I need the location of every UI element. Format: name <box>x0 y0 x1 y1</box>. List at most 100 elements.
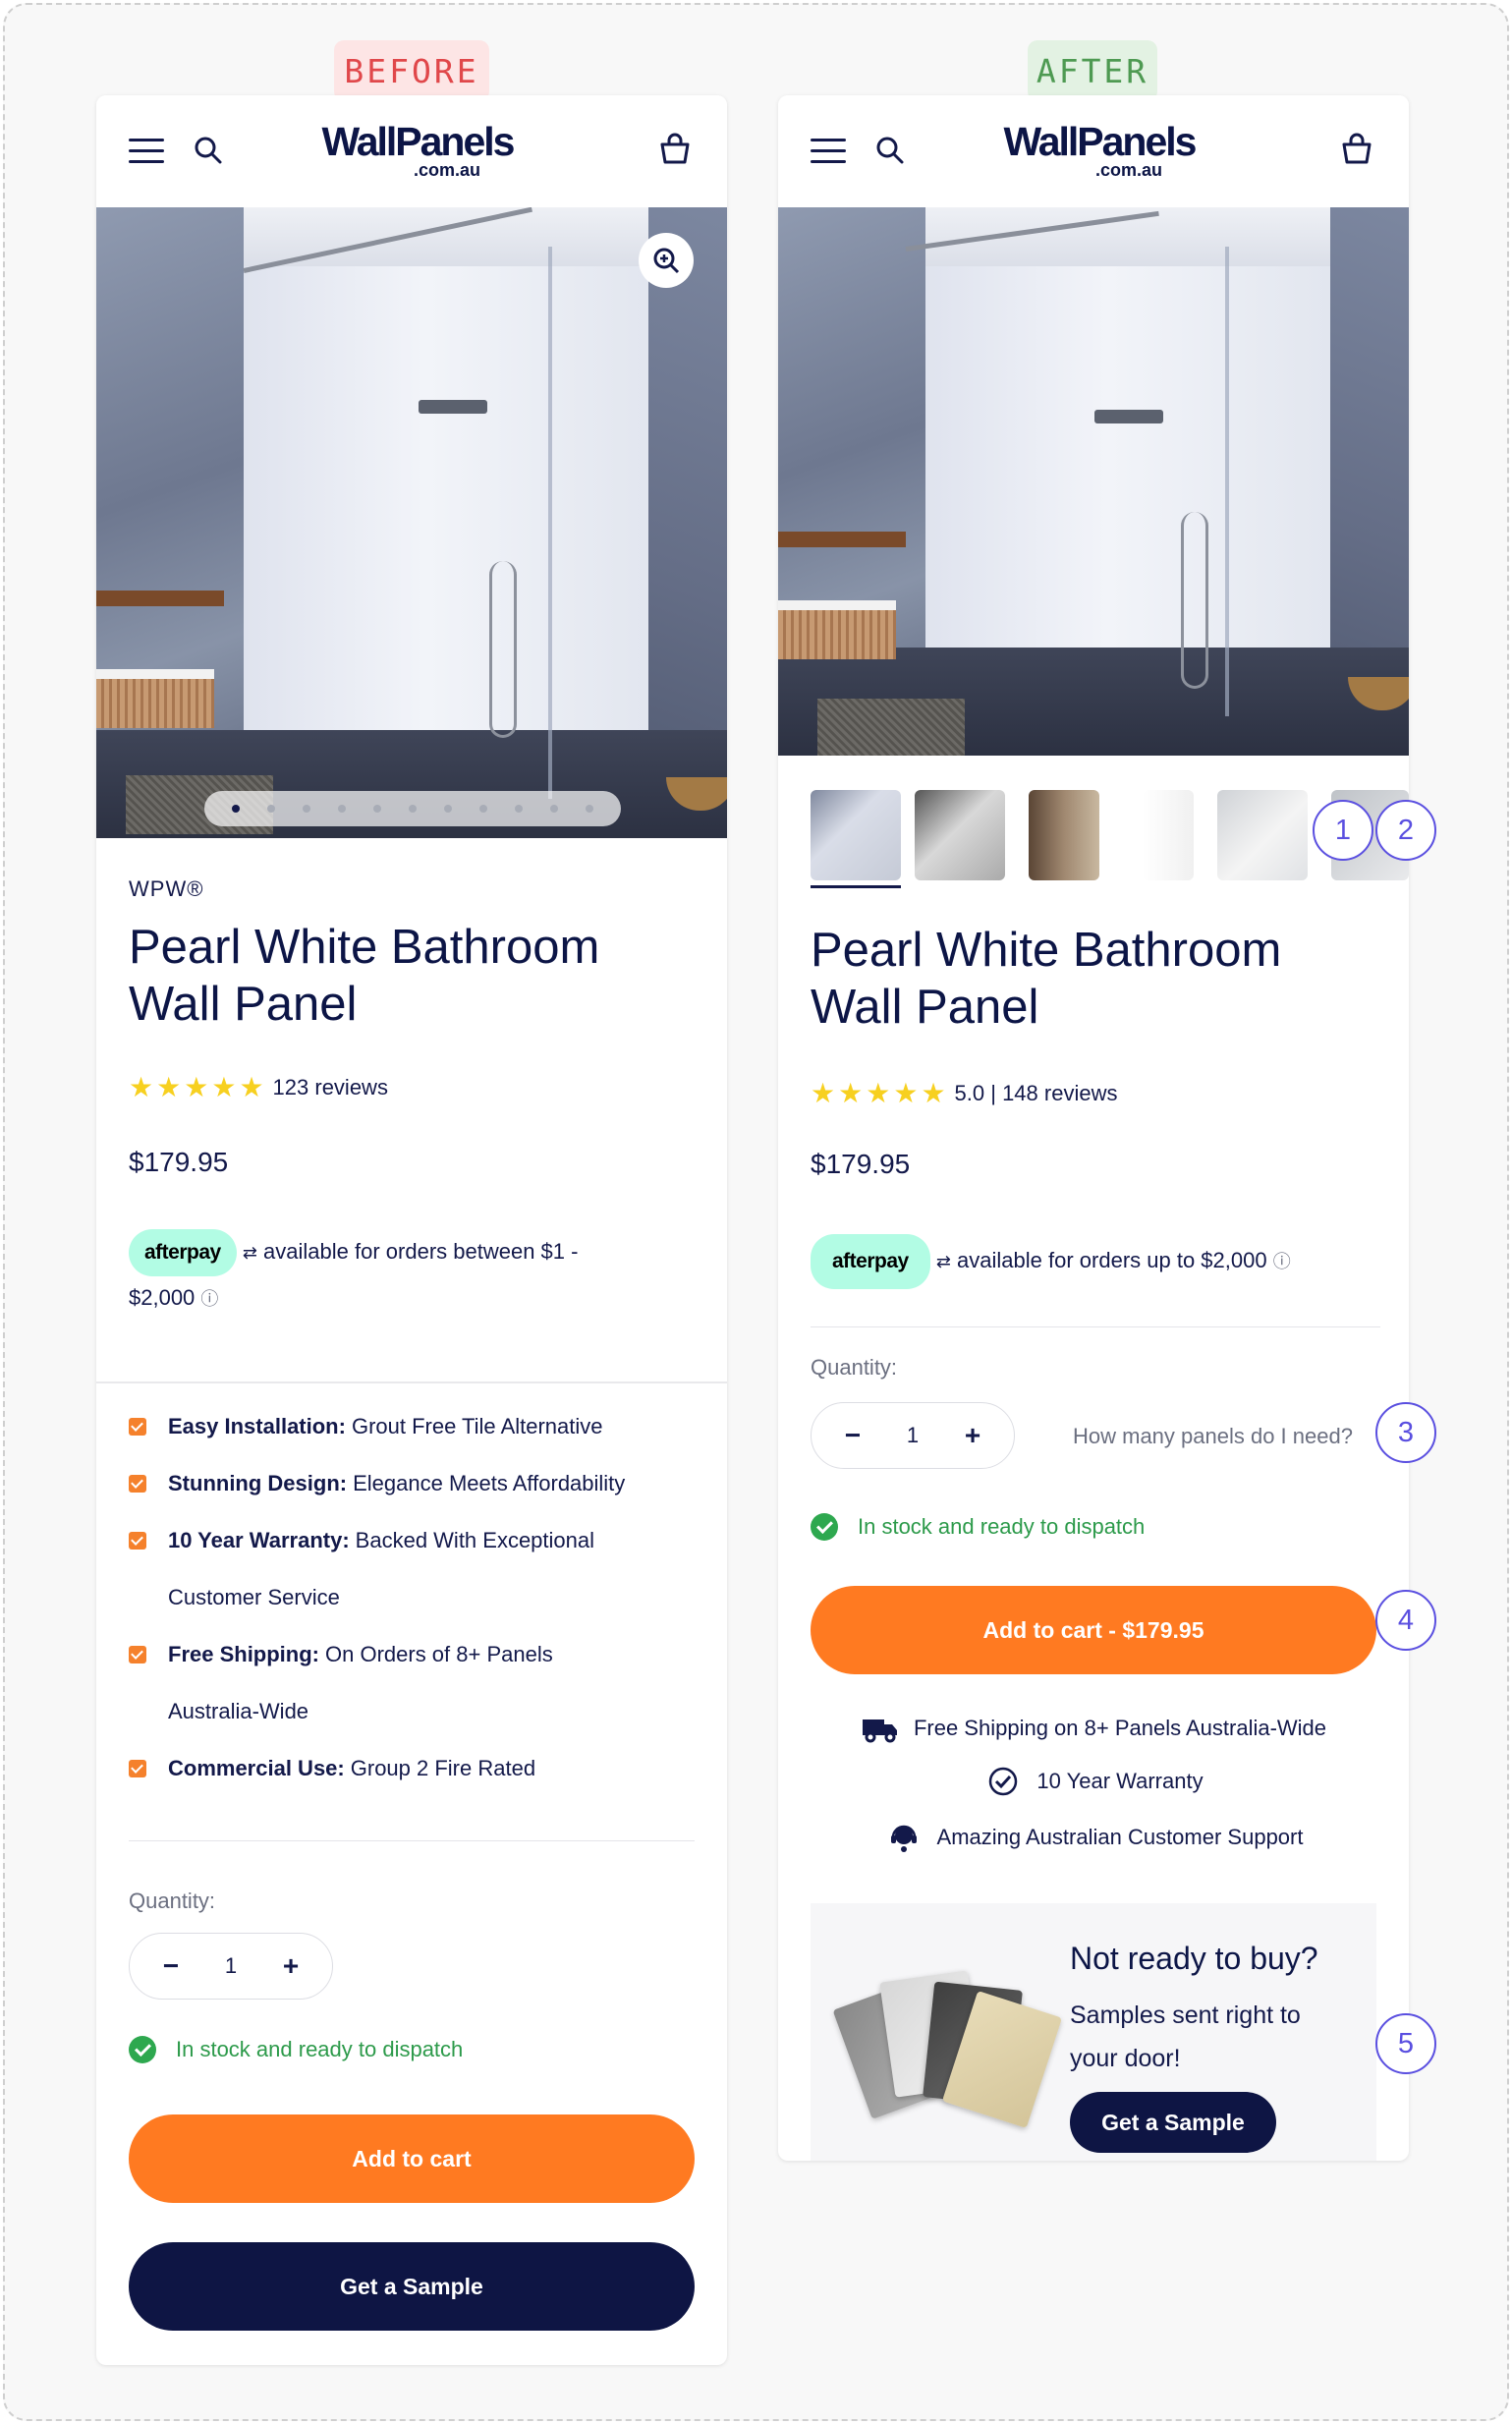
slide-dot[interactable] <box>267 805 275 813</box>
feature-item: Free Shipping: On Orders of 8+ Panels <box>129 1626 699 1683</box>
stock-status: In stock and ready to dispatch <box>129 2036 463 2063</box>
usp-warranty: 10 Year Warranty <box>778 1766 1409 1797</box>
slide-dot[interactable] <box>373 805 381 813</box>
thumbnail-1[interactable] <box>811 790 901 880</box>
afterpay-logo: afterpay <box>811 1234 930 1289</box>
menu-icon[interactable] <box>129 139 164 164</box>
after-label: AFTER <box>1028 40 1157 101</box>
search-icon[interactable] <box>874 135 906 166</box>
slide-dot[interactable] <box>550 805 558 813</box>
thumbnail-3[interactable] <box>1029 790 1099 880</box>
quantity-stepper[interactable]: − 1 + <box>811 1402 1015 1469</box>
quantity-value[interactable]: 1 <box>907 1423 919 1448</box>
slide-dot[interactable] <box>479 805 487 813</box>
menu-icon[interactable] <box>811 139 846 164</box>
afterpay-logo: afterpay <box>129 1229 237 1276</box>
before-phone-screen: WallPanels .com.au WPW® Pearl White Bath… <box>96 95 727 2365</box>
truck-icon <box>861 1713 900 1744</box>
plus-icon[interactable]: + <box>961 1420 984 1451</box>
sample-promo-card: Not ready to buy? Samples sent right to … <box>811 1903 1376 2161</box>
sample-promo-title: Not ready to buy? <box>1070 1941 1318 1976</box>
product-rating[interactable]: ★ ★ ★ ★ ★ 5.0 | 148 reviews <box>811 1077 1117 1109</box>
afterpay-text: available for orders between $1 - <box>263 1239 579 1264</box>
slide-dot[interactable] <box>338 805 346 813</box>
get-sample-button[interactable]: Get a Sample <box>1070 2092 1276 2153</box>
stock-status: In stock and ready to dispatch <box>811 1513 1145 1541</box>
add-to-cart-button[interactable]: Add to cart - $179.95 <box>811 1586 1376 1674</box>
usp-support: Amazing Australian Customer Support <box>778 1822 1409 1853</box>
sample-promo-subtitle: Samples sent right to your door! <box>1070 2001 1301 2072</box>
product-image[interactable] <box>96 207 727 838</box>
quantity-label: Quantity: <box>811 1355 898 1380</box>
checkbox-icon <box>129 1646 146 1663</box>
feature-item-continued: Customer Service <box>168 1585 340 1609</box>
after-phone-screen: WallPanels .com.au Pearl White Bathroom … <box>778 95 1409 2161</box>
info-icon[interactable]: ⓘ <box>1273 1252 1291 1271</box>
thumbnail-2[interactable] <box>915 790 1005 880</box>
support-agent-icon <box>884 1822 924 1853</box>
minus-icon[interactable]: − <box>841 1420 865 1451</box>
slide-dot[interactable] <box>444 805 452 813</box>
product-price: $179.95 <box>811 1149 911 1179</box>
thumbnail-5[interactable] <box>1217 790 1308 880</box>
active-thumbnail-indicator <box>811 885 901 888</box>
zoom-in-icon <box>653 248 680 274</box>
checkbox-icon <box>129 1418 146 1436</box>
info-icon[interactable]: ⓘ <box>200 1289 218 1309</box>
divider <box>129 1840 695 1841</box>
checkbox-icon <box>129 1760 146 1777</box>
product-price: $179.95 <box>129 1147 229 1177</box>
product-vendor: WPW® <box>129 876 204 901</box>
before-label: BEFORE <box>334 40 489 101</box>
slide-dot[interactable] <box>515 805 523 813</box>
usp-shipping: Free Shipping on 8+ Panels Australia-Wid… <box>778 1713 1409 1744</box>
panel-calculator-link[interactable]: How many panels do I need? <box>1073 1424 1353 1449</box>
cart-icon[interactable] <box>656 131 694 168</box>
site-header: WallPanels .com.au <box>96 95 727 207</box>
feature-item: 10 Year Warranty: Backed With Exceptional <box>129 1512 699 1569</box>
site-logo[interactable]: WallPanels .com.au <box>314 121 521 184</box>
quantity-stepper[interactable]: − 1 + <box>129 1933 333 2000</box>
get-sample-button[interactable]: Get a Sample <box>129 2242 695 2331</box>
search-icon[interactable] <box>193 135 224 166</box>
check-circle-icon <box>129 2036 156 2063</box>
slideshow-dots[interactable] <box>204 791 621 826</box>
slide-dot[interactable] <box>303 805 310 813</box>
section-cut-line <box>96 1381 727 1383</box>
product-rating[interactable]: ★ ★ ★ ★ ★ 123 reviews <box>129 1071 388 1103</box>
annotation-marker-3: 3 <box>1375 1402 1436 1463</box>
feature-item: Easy Installation: Grout Free Tile Altern… <box>129 1398 699 1455</box>
zoom-button[interactable] <box>639 233 694 288</box>
afterpay-text: available for orders up to $2,000 <box>957 1248 1267 1272</box>
checkbox-icon <box>129 1475 146 1493</box>
thumbnail-4[interactable] <box>1143 790 1194 880</box>
feature-list: Easy Installation: Grout Free Tile Altern… <box>129 1398 699 1797</box>
check-circle-icon <box>811 1513 838 1541</box>
site-logo[interactable]: WallPanels .com.au <box>996 121 1203 184</box>
review-count: 5.0 | 148 reviews <box>954 1080 1118 1105</box>
quantity-value[interactable]: 1 <box>225 1953 237 1979</box>
slide-dot[interactable] <box>232 805 240 813</box>
quantity-label: Quantity: <box>129 1888 216 1913</box>
slide-dot[interactable] <box>586 805 593 813</box>
checkbox-icon <box>129 1532 146 1550</box>
divider <box>811 1326 1380 1327</box>
minus-icon[interactable]: − <box>159 1950 183 1982</box>
afterpay-text-2: $2,000 <box>129 1285 196 1310</box>
afterpay-info: afterpay ⇄ available for orders between … <box>129 1229 679 1321</box>
product-image[interactable] <box>778 207 1409 756</box>
annotation-marker-1: 1 <box>1313 800 1373 861</box>
cart-icon[interactable] <box>1338 131 1375 168</box>
add-to-cart-button[interactable]: Add to cart <box>129 2114 695 2203</box>
product-title: Pearl White Bathroom Wall Panel <box>129 921 600 1031</box>
review-count: 123 reviews <box>272 1074 388 1099</box>
site-header: WallPanels .com.au <box>778 95 1409 207</box>
plus-icon[interactable]: + <box>279 1950 303 1982</box>
slide-dot[interactable] <box>409 805 417 813</box>
feature-item-continued: Australia-Wide <box>168 1699 309 1723</box>
annotation-marker-4: 4 <box>1375 1590 1436 1651</box>
feature-item: Commercial Use: Group 2 Fire Rated <box>129 1740 699 1797</box>
annotation-marker-5: 5 <box>1375 2013 1436 2074</box>
feature-item: Stunning Design: Elegance Meets Affordabi… <box>129 1455 699 1512</box>
afterpay-info: afterpay ⇄ available for orders up to $2… <box>811 1234 1291 1289</box>
